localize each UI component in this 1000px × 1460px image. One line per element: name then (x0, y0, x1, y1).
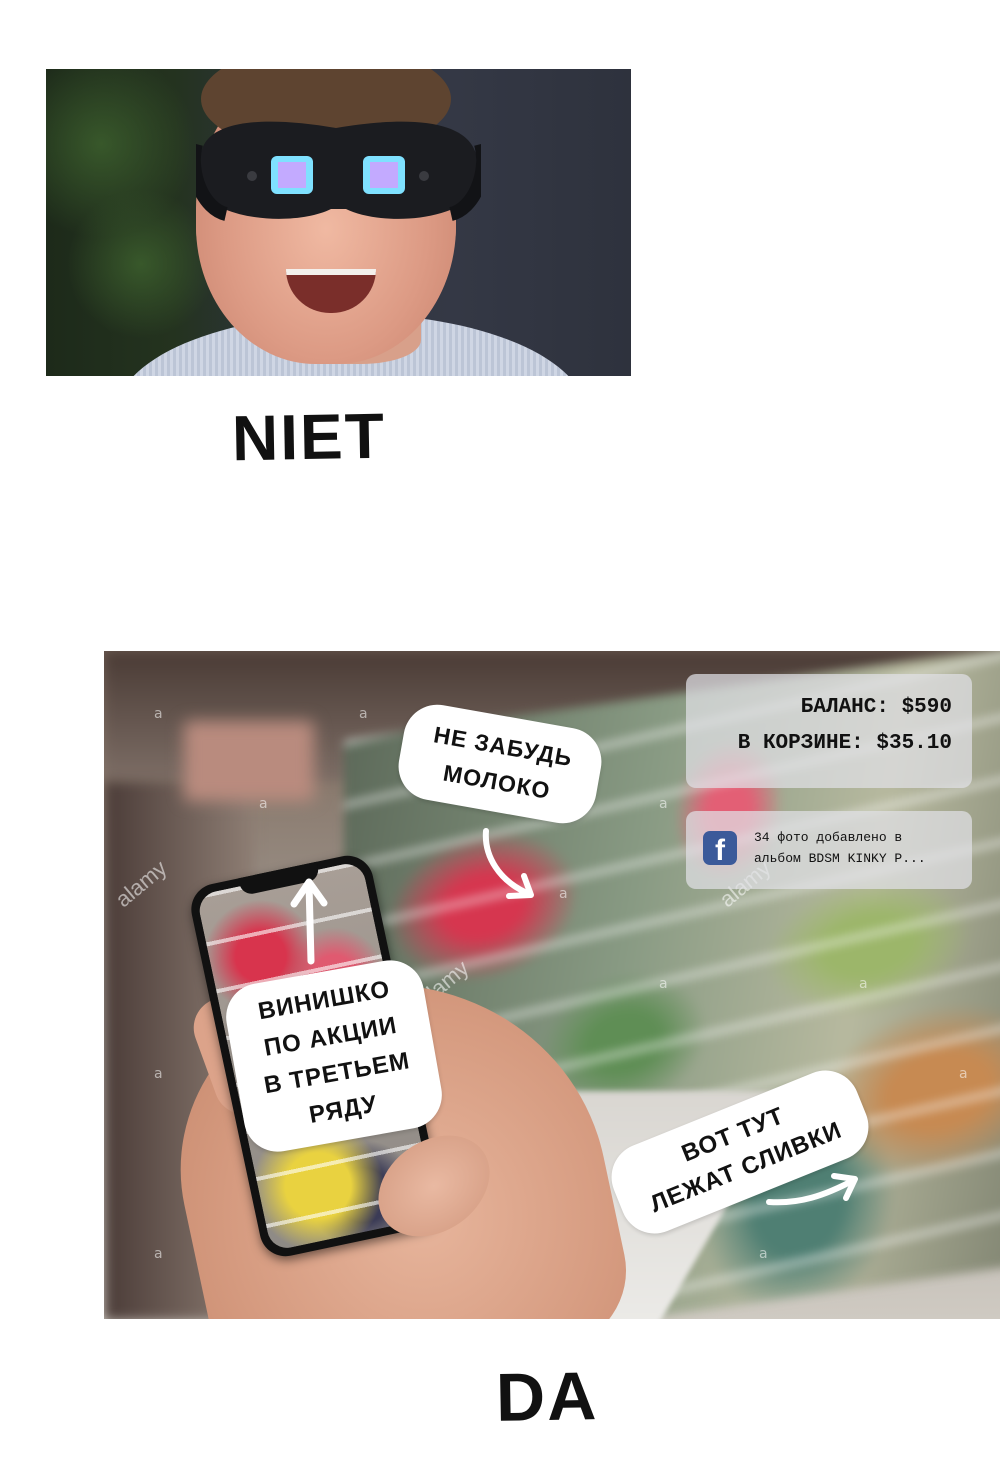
facebook-icon: f (703, 831, 737, 865)
ar-goggles-icon (196, 121, 481, 221)
balance-text: БАЛАНС: $590 (800, 696, 952, 719)
watermark-a: a (559, 886, 568, 902)
watermark-a: a (659, 796, 668, 812)
arrow-down-right-icon (482, 828, 534, 899)
watermark-a: a (959, 1066, 968, 1082)
watermark-a: a (154, 1246, 163, 1262)
hud-balance-panel: БАЛАНС: $590 В КОРЗИНЕ: $35.10 (686, 674, 972, 788)
watermark-a: a (359, 706, 368, 722)
photo-man-with-goggles (46, 69, 631, 376)
watermark-a: a (859, 976, 868, 992)
watermark-a: a (659, 976, 668, 992)
notification-line: 34 фото добавлено в (754, 830, 903, 845)
arrow-right-icon (766, 1173, 858, 1206)
background-plant (66, 189, 216, 339)
watermark-a: a (154, 706, 163, 722)
arrow-up-icon (290, 878, 328, 965)
photo-supermarket-ar: alamy alamy alamy a a a a a a a a a a a … (104, 651, 1000, 1319)
cart-total-text: В КОРЗИНЕ: $35.10 (737, 732, 952, 755)
watermark-a: a (154, 1066, 163, 1082)
facebook-notification[interactable]: f 34 фото добавлено в альбом BDSM KINKY … (686, 811, 972, 889)
caption-niet: NIET (231, 399, 387, 475)
watermark-a: a (759, 1246, 768, 1262)
sticker-wine-on-sale: ВИНИШКО ПО АКЦИИ В ТРЕТЬЕМ РЯДУ (220, 954, 448, 1158)
watermark-a: a (259, 796, 268, 812)
notification-line: альбом BDSM KINKY P... (754, 851, 926, 866)
notification-text: 34 фото добавлено в альбом BDSM KINKY P.… (754, 827, 959, 869)
store-sign (184, 721, 314, 801)
caption-da: DA (495, 1358, 599, 1436)
